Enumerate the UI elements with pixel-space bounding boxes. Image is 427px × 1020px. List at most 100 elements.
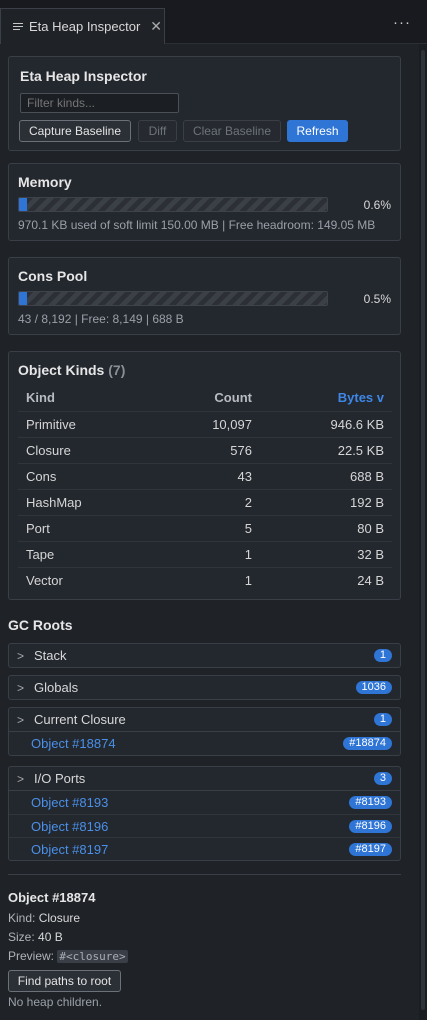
gc-root-globals: > Globals 1036 (8, 675, 401, 700)
gc-roots-title: GC Roots (8, 617, 73, 633)
kind-line: Kind: Closure (8, 909, 401, 928)
cons-pool-progress-fill (19, 292, 27, 305)
object-details-title: Object #18874 (8, 890, 96, 905)
table-row[interactable]: Primitive 10,097 946.6 KB (18, 411, 392, 437)
gc-root-stack: > Stack 1 (8, 643, 401, 668)
count-cell: 2 (244, 494, 252, 510)
object-kinds-count: (7) (108, 362, 126, 378)
object-kinds-title: Object Kinds (7) (18, 362, 391, 378)
no-children-text: No heap children. (8, 995, 103, 1009)
list-item[interactable]: Object #8196 #8196 (9, 814, 400, 837)
gc-root-closure-header[interactable]: > Current Closure 1 (9, 708, 400, 731)
diff-button[interactable]: Diff (138, 120, 177, 142)
object-link[interactable]: Object #18874 (31, 736, 116, 751)
table-row[interactable]: Cons 43 688 B (18, 463, 392, 489)
cons-pool-progress-bar (18, 291, 328, 306)
refresh-button[interactable]: Refresh (287, 120, 348, 142)
cons-pool-percent: 0.5% (363, 292, 391, 306)
kind-key: Kind: (8, 911, 36, 925)
cons-pool-title: Cons Pool (18, 268, 88, 284)
object-link[interactable]: Object #8196 (31, 819, 108, 834)
count-cell: 1 (244, 572, 252, 588)
kind-cell: Tape (26, 546, 55, 562)
kind-value: Closure (38, 911, 81, 925)
gc-root-items: Object #8193 #8193 Object #8196 #8196 Ob… (9, 790, 400, 860)
find-paths-button[interactable]: Find paths to root (8, 970, 121, 992)
chevron-right-icon: > (17, 680, 25, 695)
chevron-right-icon: > (17, 712, 25, 727)
count-badge: 1036 (355, 681, 392, 694)
tab-bar: Eta Heap Inspector ✕ ··· (0, 0, 427, 44)
gc-root-io-header[interactable]: > I/O Ports 3 (9, 767, 400, 790)
object-kinds-table: Kind Count Bytes v Primitive 10,097 946.… (18, 385, 392, 593)
object-details: Object #18874 Kind: Closure Size: 40 B P… (8, 890, 401, 1009)
memory-progress-bar (18, 197, 328, 212)
inspector-header-card: Eta Heap Inspector Capture Baseline Diff… (8, 56, 401, 151)
count-cell: 1 (244, 546, 252, 562)
memory-card: Memory 0.6% 970.1 KB used of soft limit … (8, 163, 401, 241)
tab-heap-inspector[interactable]: Eta Heap Inspector ✕ (0, 8, 165, 44)
scrollbar-thumb[interactable] (421, 50, 425, 1010)
kind-cell: Primitive (26, 416, 76, 432)
kind-cell: Closure (26, 442, 71, 458)
table-row[interactable]: Closure 576 22.5 KB (18, 437, 392, 463)
object-kinds-label: Object Kinds (18, 362, 105, 378)
memory-title: Memory (18, 174, 72, 190)
chevron-right-icon: > (17, 771, 25, 786)
kind-cell: HashMap (26, 494, 82, 510)
column-header-bytes[interactable]: Bytes v (260, 385, 392, 411)
count-badge: 3 (373, 772, 392, 785)
bytes-cell: 192 B (350, 494, 384, 510)
column-header-kind[interactable]: Kind (18, 385, 154, 411)
column-header-count[interactable]: Count (154, 385, 260, 411)
kind-cell: Port (26, 520, 50, 536)
list-item[interactable]: Object #8193 #8193 (9, 791, 400, 814)
filter-kinds-input[interactable] (20, 93, 179, 113)
more-actions-icon[interactable]: ··· (393, 14, 411, 31)
preview-key: Preview: (8, 949, 55, 963)
list-item[interactable]: Object #8197 #8197 (9, 837, 400, 860)
memory-description: 970.1 KB used of soft limit 150.00 MB | … (18, 218, 376, 232)
object-id-badge: #18874 (343, 737, 392, 750)
count-badge: 1 (373, 713, 392, 726)
table-row[interactable]: HashMap 2 192 B (18, 489, 392, 515)
tab-title: Eta Heap Inspector (29, 19, 141, 34)
gc-root-io-ports: > I/O Ports 3 Object #8193 #8193 Object … (8, 766, 401, 861)
object-link[interactable]: Object #8197 (31, 842, 108, 857)
gc-root-current-closure: > Current Closure 1 Object #18874 #18874 (8, 707, 401, 756)
count-badge: 1 (373, 649, 392, 662)
inspector-title: Eta Heap Inspector (20, 68, 147, 84)
table-row[interactable]: Tape 1 32 B (18, 541, 392, 567)
gc-root-stack-header[interactable]: > Stack 1 (9, 644, 400, 667)
memory-percent: 0.6% (363, 198, 391, 212)
list-item[interactable]: Object #18874 #18874 (9, 732, 400, 755)
close-icon[interactable]: ✕ (150, 18, 162, 35)
gc-root-items: Object #18874 #18874 (9, 731, 400, 755)
gc-root-label: Globals (34, 680, 79, 695)
object-link[interactable]: Object #8193 (31, 795, 108, 810)
list-icon (13, 22, 23, 32)
kind-cell: Cons (26, 468, 57, 484)
bytes-cell: 22.5 KB (337, 442, 384, 458)
bytes-cell: 32 B (357, 546, 384, 562)
size-key: Size: (8, 930, 35, 944)
gc-root-label: Current Closure (34, 712, 126, 727)
preview-value: #<closure> (57, 950, 128, 963)
object-id-badge: #8196 (349, 819, 392, 833)
capture-baseline-button[interactable]: Capture Baseline (19, 120, 131, 142)
bytes-cell: 688 B (350, 468, 384, 484)
size-value: 40 B (38, 930, 63, 944)
gc-root-globals-header[interactable]: > Globals 1036 (9, 676, 400, 699)
gc-root-label: I/O Ports (34, 771, 86, 786)
scrollbar[interactable] (419, 44, 427, 1020)
section-divider (8, 874, 401, 875)
table-row[interactable]: Port 5 80 B (18, 515, 392, 541)
table-row[interactable]: Vector 1 24 B (18, 567, 392, 593)
count-cell: 576 (230, 442, 252, 458)
count-cell: 10,097 (212, 416, 252, 432)
size-line: Size: 40 B (8, 928, 401, 947)
clear-baseline-button[interactable]: Clear Baseline (183, 120, 281, 142)
count-cell: 43 (237, 468, 252, 484)
bytes-cell: 24 B (357, 572, 384, 588)
count-cell: 5 (244, 520, 252, 536)
